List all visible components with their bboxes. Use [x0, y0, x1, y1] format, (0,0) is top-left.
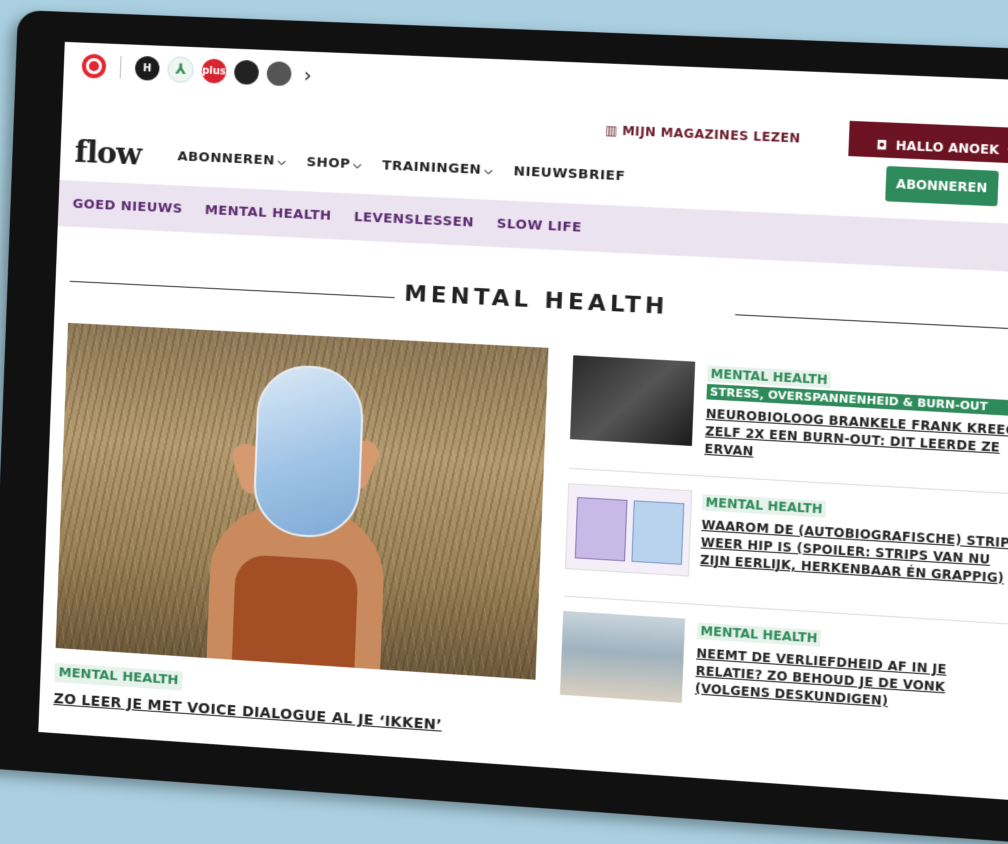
article-category[interactable]: MENTAL HEALTH: [696, 622, 821, 647]
mirror-shape: [252, 363, 366, 541]
monitor-bezel: H ⅄ plus › ▥ MIJN MAGAZINES LEZEN ◘ HALL…: [0, 10, 1008, 844]
subnav-item-goed-nieuws[interactable]: GOED NIEUWS: [72, 196, 182, 216]
subnav-item-mental-health[interactable]: MENTAL HEALTH: [204, 202, 331, 223]
article-list: MENTAL HEALTH STRESS, OVERSPANNENHEID & …: [559, 349, 1008, 762]
page-title: MENTAL HEALTH: [403, 281, 670, 321]
user-icon: ◘: [876, 137, 888, 153]
article-thumbnail[interactable]: [564, 483, 693, 577]
greeting-label: HALLO ANOEK: [895, 138, 1000, 158]
nav-item-trainingen[interactable]: TRAININGEN ⌵: [382, 158, 493, 178]
article-headline[interactable]: NEEMT DE VERLIEFDHEID AF IN JE RELATIE? …: [695, 645, 1008, 718]
person-top: [231, 553, 359, 680]
chevron-down-icon: ⌵: [353, 159, 362, 172]
my-magazines-link[interactable]: ▥ MIJN MAGAZINES LEZEN: [605, 123, 801, 146]
logo[interactable]: flow: [74, 134, 142, 172]
article-thumbnail[interactable]: [559, 610, 686, 703]
nav-item-shop[interactable]: SHOP ⌵: [306, 154, 362, 172]
app-icon-plus[interactable]: plus: [201, 58, 227, 84]
nav-item-nieuwsbrief[interactable]: NIEUWSBRIEF: [513, 164, 625, 184]
nav-item-abonneren[interactable]: ABONNEREN ⌵: [177, 149, 286, 169]
article-thumbnail[interactable]: [569, 355, 696, 446]
article-headline[interactable]: NEUROBIOLOOG BRANKELE FRANK KREEG ZELF 2…: [704, 406, 1008, 476]
chevron-down-icon: ⌵: [277, 156, 287, 168]
subnav-item-slow-life[interactable]: SLOW LIFE: [496, 216, 582, 235]
list-item[interactable]: MENTAL HEALTH WAAROM DE (AUTOBIOGRAFISCH…: [563, 476, 1008, 625]
list-item[interactable]: MENTAL HEALTH NEEMT DE VERLIEFDHEID AF I…: [559, 605, 1008, 754]
hero-headline[interactable]: ZO LEER JE MET VOICE DIALOGUE AL JE ‘IKK…: [53, 691, 442, 734]
article-headline[interactable]: WAAROM DE (AUTOBIOGRAFISCHE) STRIP WEER …: [700, 517, 1008, 589]
hero-image[interactable]: [55, 322, 549, 680]
app-icon-h[interactable]: H: [134, 55, 160, 81]
app-icon-dark[interactable]: [233, 59, 260, 85]
app-icon-grey[interactable]: [266, 61, 292, 87]
hero-category[interactable]: MENTAL HEALTH: [54, 662, 183, 691]
app-icon-green[interactable]: ⅄: [166, 56, 195, 84]
subscribe-button[interactable]: ABONNEREN: [884, 165, 999, 207]
list-item[interactable]: MENTAL HEALTH STRESS, OVERSPANNENHEID & …: [568, 349, 1008, 495]
book-icon: ▥: [604, 122, 618, 138]
article-category[interactable]: MENTAL HEALTH: [702, 493, 826, 518]
subnav-item-levenslessen[interactable]: LEVENSLESSEN: [354, 209, 474, 230]
content: MENTAL HEALTH ZO LEER JE MET VOICE DIALO…: [38, 322, 1008, 800]
comic-panel-right: [631, 500, 685, 565]
my-magazines-label: MIJN MAGAZINES LEZEN: [621, 123, 801, 146]
app-icon-red[interactable]: [81, 53, 107, 79]
chevron-down-icon: ⌵: [484, 165, 494, 177]
screen: H ⅄ plus › ▥ MIJN MAGAZINES LEZEN ◘ HALL…: [38, 41, 1008, 801]
chevron-right-icon[interactable]: ›: [303, 63, 312, 88]
comic-panel-left: [574, 496, 628, 562]
divider: [119, 56, 122, 79]
